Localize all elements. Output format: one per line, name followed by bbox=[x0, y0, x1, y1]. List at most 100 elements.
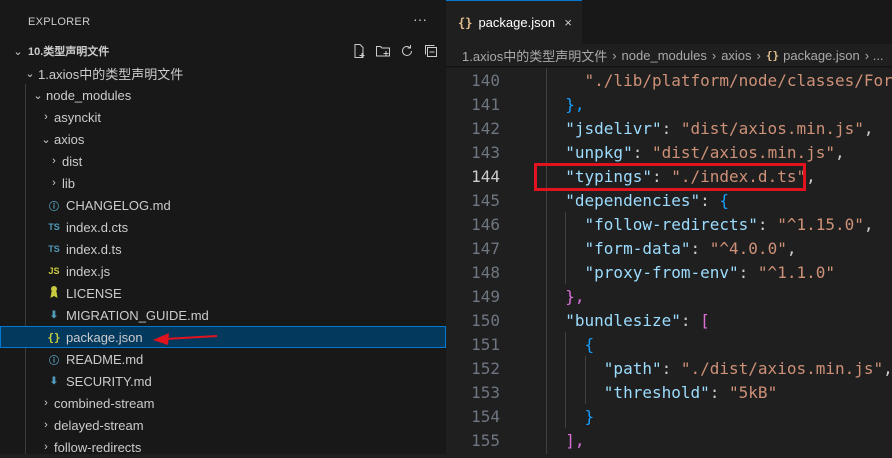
tree-item-file[interactable]: ⬇ SECURITY.md bbox=[0, 370, 446, 392]
tree-item-file[interactable]: TS index.d.ts bbox=[0, 238, 446, 260]
code-token: "path" bbox=[603, 358, 662, 378]
highlight-box-annotation bbox=[534, 163, 806, 191]
new-folder-icon[interactable] bbox=[375, 43, 391, 59]
code-token: "^4.0.0" bbox=[709, 238, 787, 258]
code-text: "proxy-from-env": "^1.1.0" bbox=[546, 263, 835, 282]
code-text: "bundlesize": [ bbox=[546, 311, 710, 330]
json-icon: {} bbox=[458, 15, 473, 30]
tree-item-label: index.js bbox=[66, 263, 111, 279]
code-line: 152 "path": "./dist/axios.min.js", bbox=[446, 356, 892, 380]
code-line: 143 "unpkg": "dist/axios.min.js", bbox=[446, 140, 892, 164]
code-token: "dependencies" bbox=[565, 190, 701, 210]
breadcrumb-item[interactable]: 1.axios中的类型声明文件 bbox=[462, 46, 607, 65]
code-line: 146 "follow-redirects": "^1.15.0", bbox=[446, 212, 892, 236]
tab-package-json[interactable]: {} package.json × bbox=[446, 0, 582, 44]
code-line: 140 "./lib/platform/node/classes/FormDat… bbox=[446, 68, 892, 92]
chevron-right-icon: › bbox=[612, 47, 617, 63]
breadcrumb-file[interactable]: package.json bbox=[783, 48, 860, 63]
root-actions bbox=[351, 43, 439, 59]
code-token: "^1.15.0" bbox=[777, 214, 864, 234]
collapse-all-icon[interactable] bbox=[423, 43, 439, 59]
tree-item-file[interactable]: ⓘ CHANGELOG.md bbox=[0, 194, 446, 216]
breadcrumb-item[interactable]: axios bbox=[721, 48, 751, 63]
tree-item-label: index.d.ts bbox=[66, 241, 122, 257]
tree-item-label: asynckit bbox=[54, 109, 101, 125]
tree-item-folder[interactable]: › asynckit bbox=[0, 106, 446, 128]
tree-item-folder[interactable]: ⌄ 1.axios中的类型声明文件 bbox=[0, 62, 446, 84]
explorer-title: EXPLORER bbox=[28, 16, 91, 28]
chevron-down-icon: ⌄ bbox=[25, 67, 35, 80]
tree-item-label: SECURITY.md bbox=[66, 373, 152, 389]
tree-item-file[interactable]: ⬇ MIGRATION_GUIDE.md bbox=[0, 304, 446, 326]
code-token: "form-data" bbox=[584, 238, 691, 258]
tree-item-label: delayed-stream bbox=[54, 417, 144, 433]
tree-item-folder[interactable]: ⌄ axios bbox=[0, 128, 446, 150]
code-token: : bbox=[661, 358, 681, 378]
code-token: "dist/axios.min.js" bbox=[651, 142, 835, 162]
code-token: , bbox=[863, 118, 874, 138]
breadcrumb-item[interactable]: node_modules bbox=[622, 48, 707, 63]
code-token: "5kB" bbox=[729, 382, 778, 402]
code-line: 148 "proxy-from-env": "^1.1.0" bbox=[446, 260, 892, 284]
tree-item-folder[interactable]: › lib bbox=[0, 172, 446, 194]
tree-item-folder[interactable]: › combined-stream bbox=[0, 392, 446, 414]
tree-item-file[interactable]: LICENSE bbox=[0, 282, 446, 304]
line-number: 140 bbox=[471, 70, 500, 90]
code-line: 151 { bbox=[446, 332, 892, 356]
code-token: : bbox=[700, 190, 720, 210]
code-text: "threshold": "5kB" bbox=[546, 383, 777, 402]
json-icon: {} bbox=[765, 48, 780, 62]
workspace-root[interactable]: ⌄ 10.类型声明文件 bbox=[0, 40, 446, 62]
line-number: 150 bbox=[471, 310, 500, 330]
tree-item-folder[interactable]: › dist bbox=[0, 150, 446, 172]
close-icon[interactable]: × bbox=[564, 15, 572, 30]
code-token: [ bbox=[700, 310, 710, 330]
tree-item-label: MIGRATION_GUIDE.md bbox=[66, 307, 209, 323]
tree-item-label: LICENSE bbox=[66, 285, 122, 301]
code-text: }, bbox=[546, 94, 585, 114]
code-token: { bbox=[719, 190, 730, 210]
chevron-down-icon: ⌄ bbox=[41, 133, 51, 146]
code-text: "unpkg": "dist/axios.min.js", bbox=[546, 142, 845, 162]
code-line: 155 ], bbox=[446, 428, 892, 452]
code-editor[interactable]: 140 "./lib/platform/node/classes/FormDat… bbox=[446, 68, 892, 454]
tree-item-label: follow-redirects bbox=[54, 439, 142, 455]
tree-item-file[interactable]: ⓘ README.md bbox=[0, 348, 446, 370]
code-line: 150 "bundlesize": [ bbox=[446, 308, 892, 332]
tree-item-folder[interactable]: › delayed-stream bbox=[0, 414, 446, 436]
code-text: }, bbox=[546, 286, 585, 306]
code-text: ], bbox=[546, 430, 585, 450]
tree-item-folder[interactable]: ⌄ node_modules bbox=[0, 84, 446, 106]
workspace-root-label: 10.类型声明文件 bbox=[28, 46, 110, 58]
new-file-icon[interactable] bbox=[351, 43, 367, 59]
tree-item-label: node_modules bbox=[46, 87, 132, 103]
tree-item-file-selected[interactable]: {} package.json bbox=[0, 326, 446, 348]
breadcrumb-more[interactable]: › ... bbox=[865, 48, 884, 63]
markdown-icon: ⬇ bbox=[49, 375, 59, 387]
code-line: 142 "jsdelivr": "dist/axios.min.js", bbox=[446, 116, 892, 140]
code-text: { bbox=[546, 334, 595, 354]
typescript-icon: TS bbox=[48, 222, 60, 232]
chevron-right-icon: › bbox=[756, 47, 761, 63]
code-token: : bbox=[690, 238, 710, 258]
line-number: 153 bbox=[471, 382, 500, 402]
breadcrumb: 1.axios中的类型声明文件 › node_modules › axios ›… bbox=[446, 44, 892, 66]
code-text: "path": "./dist/axios.min.js", bbox=[546, 359, 892, 378]
explorer-sidebar: EXPLORER ··· ⌄ 10.类型声明文件 ⌄ 1.axios中的类型声明… bbox=[0, 0, 446, 455]
tab-label: package.json bbox=[478, 15, 556, 30]
code-token: , bbox=[835, 142, 845, 162]
tree-item-folder[interactable]: › follow-redirects bbox=[0, 436, 446, 458]
tree-item-label: package.json bbox=[66, 329, 143, 345]
refresh-icon[interactable] bbox=[399, 43, 415, 59]
tree-item-file[interactable]: JS index.js bbox=[0, 260, 446, 282]
more-actions-icon[interactable]: ··· bbox=[413, 11, 427, 27]
tree-item-label: 1.axios中的类型声明文件 bbox=[38, 66, 184, 82]
line-number: 151 bbox=[471, 334, 500, 354]
tree-item-file[interactable]: TS index.d.cts bbox=[0, 216, 446, 238]
code-token: "jsdelivr" bbox=[565, 118, 662, 138]
